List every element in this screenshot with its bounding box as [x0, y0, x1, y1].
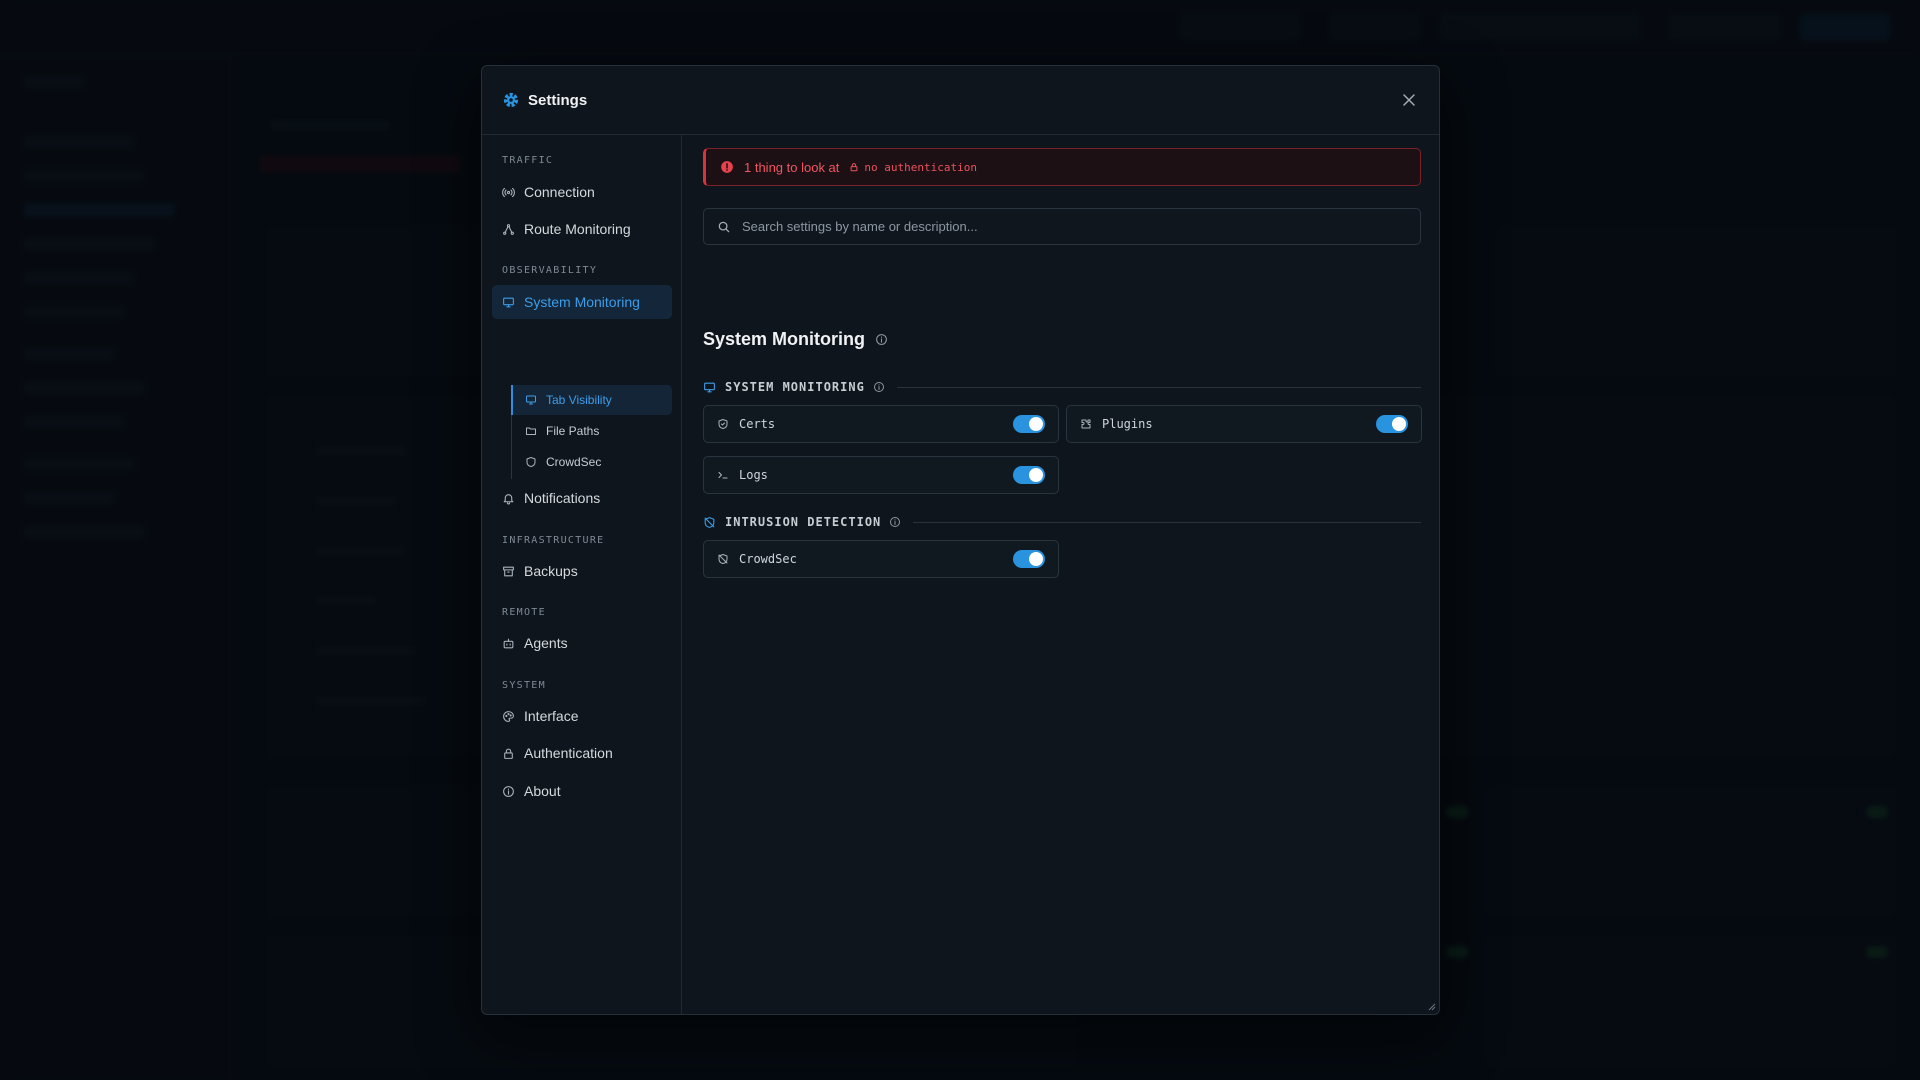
group-title: INTRUSION DETECTION: [725, 515, 882, 529]
group-divider: [913, 521, 1421, 523]
nav-item-notifications[interactable]: Notifications: [492, 481, 672, 515]
route-icon: [503, 223, 514, 235]
resize-handle-icon[interactable]: [1426, 1001, 1436, 1011]
nav-item-label: About: [524, 783, 561, 799]
nav-item-label: Agents: [524, 635, 568, 651]
crowdsec-toggle[interactable]: [1013, 550, 1045, 568]
settings-nav: TRAFFIC Connection Route Monitoring OBSE…: [482, 135, 682, 1014]
info-icon[interactable]: [889, 516, 901, 528]
lock-icon: [850, 163, 858, 172]
setting-card-plugins[interactable]: Plugins: [1066, 405, 1422, 443]
certs-toggle[interactable]: [1013, 415, 1045, 433]
palette-icon: [503, 710, 514, 722]
nav-section-observability: OBSERVABILITY: [502, 265, 598, 276]
broadcast-icon: [502, 187, 515, 197]
setting-card-logs[interactable]: Logs: [703, 456, 1059, 494]
puzzle-icon: [1081, 419, 1091, 429]
search-icon: [718, 221, 730, 232]
setting-card-crowdsec[interactable]: CrowdSec: [703, 540, 1059, 578]
nav-item-agents[interactable]: Agents: [492, 626, 672, 660]
setting-label: Certs: [739, 417, 776, 431]
settings-content: 1 thing to look at no authentication Sys…: [683, 135, 1439, 1014]
group-divider: [896, 386, 1421, 388]
nav-item-connection[interactable]: Connection: [492, 175, 672, 209]
group-title: SYSTEM MONITORING: [725, 380, 865, 394]
page-title: System Monitoring: [703, 329, 888, 350]
group-header-intrusion-detection: INTRUSION DETECTION: [703, 514, 1421, 530]
sub-item-label: Tab Visibility: [546, 393, 612, 407]
nav-item-authentication[interactable]: Authentication: [492, 736, 672, 770]
nav-item-interface[interactable]: Interface: [492, 699, 672, 733]
sub-item-crowdsec[interactable]: CrowdSec: [513, 447, 672, 477]
info-icon: [503, 785, 514, 797]
nav-section-infrastructure: INFRASTRUCTURE: [502, 535, 605, 546]
nav-item-label: Interface: [524, 708, 579, 724]
plugins-toggle[interactable]: [1376, 415, 1408, 433]
nav-item-label: Authentication: [524, 745, 613, 761]
shield-icon: [526, 457, 536, 467]
close-icon[interactable]: [1399, 90, 1419, 110]
info-icon[interactable]: [873, 381, 885, 393]
sub-item-label: File Paths: [546, 424, 600, 438]
sub-item-label: CrowdSec: [546, 455, 602, 469]
monitor-icon: [503, 297, 514, 307]
setting-label: CrowdSec: [739, 552, 797, 566]
sub-item-tab-visibility[interactable]: Tab Visibility: [513, 385, 672, 415]
lock-icon: [504, 748, 513, 759]
alert-tag: no authentication: [849, 161, 977, 174]
shield-off-icon: [704, 516, 715, 528]
folder-icon: [526, 427, 536, 435]
modal-header: Settings: [482, 66, 1439, 135]
nav-section-remote: REMOTE: [502, 607, 546, 618]
info-icon[interactable]: [875, 333, 888, 346]
logs-toggle[interactable]: [1013, 466, 1045, 484]
nav-item-system-monitoring[interactable]: System Monitoring: [492, 285, 672, 319]
nav-item-backups[interactable]: Backups: [492, 554, 672, 588]
nav-section-traffic: TRAFFIC: [502, 155, 554, 166]
nav-section-system: SYSTEM: [502, 680, 546, 691]
group-header-system-monitoring: SYSTEM MONITORING: [703, 379, 1421, 395]
terminal-icon: [718, 471, 728, 479]
alert-message: 1 thing to look at: [744, 159, 840, 175]
bot-icon: [503, 638, 514, 648]
monitor-icon: [704, 382, 715, 392]
search-box[interactable]: [703, 208, 1421, 245]
alert-circle-icon: [721, 161, 733, 173]
setting-label: Plugins: [1102, 417, 1153, 431]
alert-tag-label: no authentication: [864, 160, 977, 174]
shield-off-icon: [718, 554, 728, 564]
nav-item-label: Backups: [524, 563, 578, 579]
setting-label: Logs: [739, 468, 768, 482]
sub-item-file-paths[interactable]: File Paths: [513, 416, 672, 446]
setting-card-certs[interactable]: Certs: [703, 405, 1059, 443]
page-title-text: System Monitoring: [703, 329, 866, 349]
gear-icon: [503, 92, 519, 108]
nav-item-label: System Monitoring: [524, 294, 640, 310]
nav-item-about[interactable]: About: [492, 774, 672, 808]
settings-modal: Settings TRAFFIC Connection Route Monito…: [481, 65, 1440, 1015]
nav-item-route-monitoring[interactable]: Route Monitoring: [492, 212, 672, 246]
archive-icon: [503, 566, 514, 576]
modal-title: Settings: [528, 92, 588, 109]
nav-item-label: Notifications: [524, 490, 601, 506]
warning-alert[interactable]: 1 thing to look at no authentication: [703, 148, 1421, 186]
shield-check-icon: [718, 419, 728, 429]
monitor-icon: [526, 395, 536, 405]
nav-item-label: Route Monitoring: [524, 221, 631, 237]
nav-item-label: Connection: [524, 184, 595, 200]
bell-icon: [503, 493, 514, 504]
search-input[interactable]: [742, 219, 1402, 234]
